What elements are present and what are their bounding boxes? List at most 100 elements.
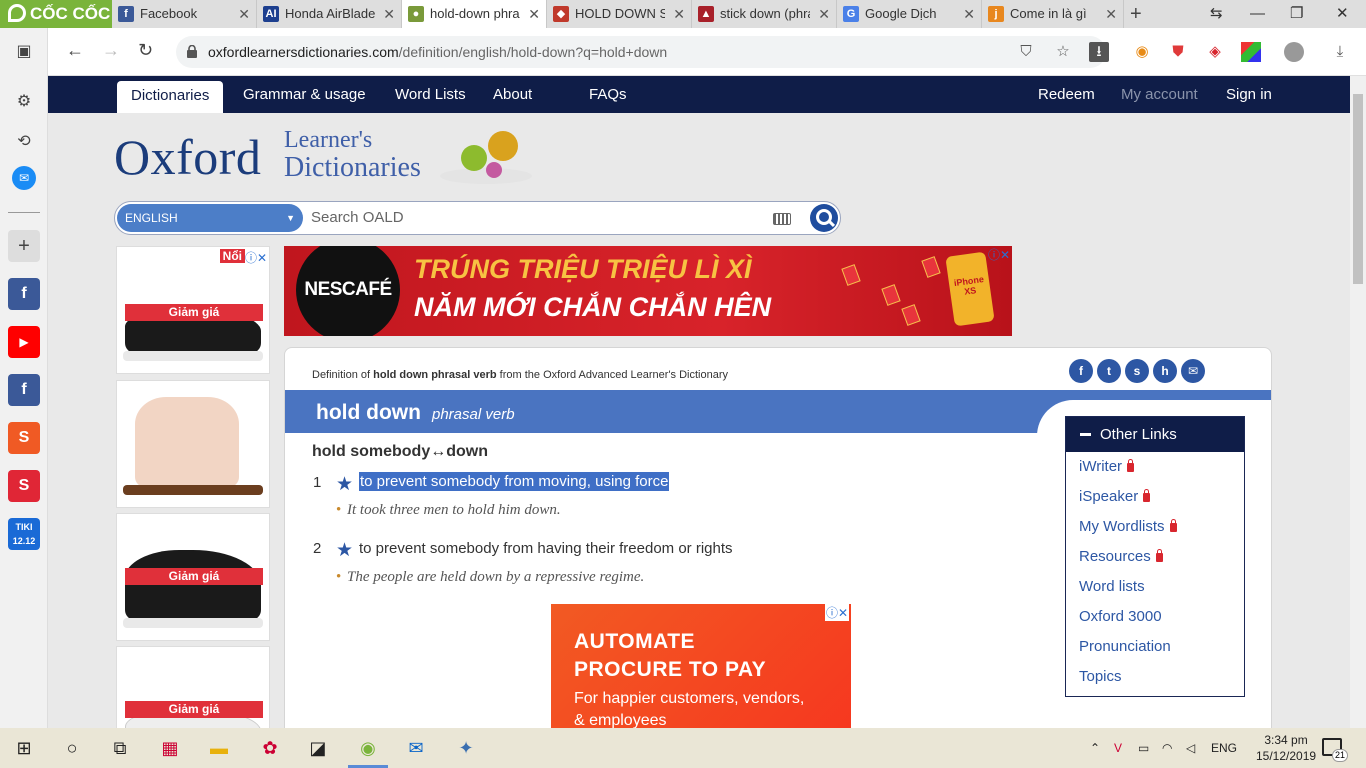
coccoc-taskbar-icon[interactable]: ◉ (348, 736, 388, 768)
nav-dictionaries[interactable]: Dictionaries (117, 81, 224, 113)
nav-word-lists[interactable]: Word Lists (395, 76, 466, 113)
link-ispeaker[interactable]: iSpeaker (1079, 488, 1151, 505)
tab-honda[interactable]: AI Honda AirBlade ✕ (257, 0, 402, 28)
link-oxford-3000[interactable]: Oxford 3000 (1079, 608, 1162, 625)
link-pronunciation[interactable]: Pronunciation (1079, 638, 1171, 655)
tab-come-in[interactable]: j Come in là gì ✕ (982, 0, 1124, 28)
scrollbar-thumb[interactable] (1353, 94, 1363, 284)
downloads-icon[interactable]: ⤓ (1330, 42, 1350, 62)
tab-google-translate[interactable]: G Google Dịch ✕ (837, 0, 982, 28)
download-page-icon[interactable]: ⭳ (1089, 42, 1109, 62)
search-button[interactable] (810, 204, 838, 232)
app-pinned-icon-2[interactable]: ✦ (454, 736, 478, 760)
wifi-icon[interactable]: ◠ (1162, 728, 1172, 768)
nav-faqs[interactable]: FAQs (589, 76, 627, 113)
shoe-ad-3[interactable]: Giảm giá (116, 513, 270, 641)
automate-procure-ad[interactable]: ⓘ✕ AUTOMATE PROCURE TO PAY For happier cu… (551, 604, 851, 728)
tab-list-icon[interactable]: ⇆ (1210, 0, 1223, 28)
link-my-wordlists[interactable]: My Wordlists (1079, 518, 1177, 535)
close-window-button[interactable]: ✕ (1336, 0, 1349, 28)
system-clock[interactable]: 3:34 pm 15/12/2019 (1256, 732, 1316, 764)
sendo-panel-icon[interactable]: S (8, 470, 40, 502)
shopee-panel-icon[interactable]: S (8, 422, 40, 454)
language-select[interactable]: ENGLISH ▼ (117, 204, 303, 232)
oxford-3000-star-icon[interactable]: ★ (336, 541, 353, 560)
facebook-panel-icon[interactable]: f (8, 278, 40, 310)
unikey-icon[interactable]: V (1114, 728, 1122, 768)
other-links-toggle[interactable]: Other Links (1066, 417, 1244, 452)
back-button[interactable]: ← (66, 40, 84, 61)
windows-start-icon[interactable]: ⊞ (12, 736, 36, 760)
page-scrollbar[interactable] (1350, 76, 1366, 728)
email-share-icon[interactable]: ✉ (1181, 359, 1205, 383)
close-tab-icon[interactable]: ✕ (673, 0, 685, 28)
coccoc-menu-button[interactable]: CỐC CỐC (0, 0, 112, 28)
profile-avatar[interactable] (1284, 42, 1304, 62)
history-icon[interactable]: ⟲ (8, 126, 40, 158)
search-circle-icon[interactable]: ○ (60, 736, 84, 760)
oxford-3000-star-icon[interactable]: ★ (336, 475, 353, 494)
tray-overflow-icon[interactable]: ⌃ (1090, 728, 1100, 768)
address-bar[interactable]: oxfordlearnersdictionaries.com/definitio… (176, 36, 1106, 68)
close-tab-icon[interactable]: ✕ (383, 0, 395, 28)
nav-my-account[interactable]: My account (1121, 76, 1198, 113)
facebook-panel-icon-2[interactable]: f (8, 374, 40, 406)
colorful-extension-icon[interactable] (1241, 42, 1261, 62)
settings-gear-icon[interactable]: ⚙ (8, 86, 40, 118)
link-topics[interactable]: Topics (1079, 668, 1122, 685)
shield-icon[interactable]: ⛉ (1016, 42, 1036, 62)
tab-stick-down[interactable]: ▲ stick down (phra ✕ (692, 0, 837, 28)
link-word-lists[interactable]: Word lists (1079, 578, 1145, 595)
close-tab-icon[interactable]: ✕ (1105, 0, 1117, 28)
action-center-icon[interactable]: 21 (1322, 738, 1348, 762)
adchoices-icon[interactable]: ⓘ✕ (824, 604, 849, 621)
paint-icon[interactable]: ✿ (258, 736, 282, 760)
adchoices-icon[interactable]: ⓘ✕ (988, 246, 1010, 263)
file-explorer-icon[interactable]: ▬ (207, 736, 231, 760)
new-tab-button[interactable]: + (1130, 0, 1142, 28)
tiki-panel-icon[interactable]: TIKI 12.12 (8, 518, 40, 550)
close-tab-icon[interactable]: ✕ (818, 0, 830, 28)
battery-icon[interactable]: ▭ (1138, 728, 1149, 768)
facebook-share-icon[interactable]: f (1069, 359, 1093, 383)
search-input[interactable]: Search OALD (311, 202, 404, 234)
nav-redeem[interactable]: Redeem (1038, 76, 1095, 113)
nav-grammar-usage[interactable]: Grammar & usage (243, 76, 366, 113)
forward-button[interactable]: → (102, 40, 120, 61)
keyboard-icon[interactable] (773, 213, 791, 225)
extension-red-icon[interactable]: ◈ (1205, 42, 1225, 62)
tab-cambridge[interactable]: ◆ HOLD DOWN SC ✕ (547, 0, 692, 28)
sticky-notes-icon[interactable]: ◪ (306, 736, 330, 760)
close-tab-icon[interactable]: ✕ (528, 0, 540, 28)
hatena-share-icon[interactable]: h (1153, 359, 1177, 383)
task-view-icon[interactable]: ⧉ (108, 736, 132, 760)
logo-learners-dictionaries[interactable]: Learner's Dictionaries (284, 128, 421, 184)
nav-sign-in[interactable]: Sign in (1226, 76, 1272, 113)
input-language[interactable]: ENG (1211, 728, 1237, 768)
maximize-button[interactable]: ❐ (1290, 0, 1303, 28)
bookmark-star-icon[interactable]: ☆ (1053, 42, 1073, 62)
add-panel-icon[interactable]: + (8, 230, 40, 262)
nescafe-banner-ad[interactable]: NESCAFÉ TRÚNG TRIỆU TRIỆU LÌ XÌ NĂM MỚI … (284, 246, 1012, 336)
reload-button[interactable]: ↻ (138, 40, 153, 61)
outlook-icon[interactable]: ✉ (404, 736, 428, 760)
tab-oxford[interactable]: ● hold-down phras ✕ (402, 0, 547, 28)
shoe-ad-4[interactable]: Giảm giá (116, 646, 270, 728)
link-resources[interactable]: Resources (1079, 548, 1163, 565)
minimize-button[interactable]: — (1250, 0, 1265, 28)
logo-oxford[interactable]: Oxford (114, 128, 261, 186)
messenger-icon[interactable]: ✉ (12, 166, 36, 190)
shoe-ad-2[interactable] (116, 380, 270, 508)
coccoc-extension-icon[interactable]: ◉ (1132, 42, 1152, 62)
twitter-share-icon[interactable]: t (1097, 359, 1121, 383)
volume-icon[interactable]: ◁ (1186, 728, 1195, 768)
tab-facebook[interactable]: f Facebook ✕ (112, 0, 257, 28)
close-tab-icon[interactable]: ✕ (238, 0, 250, 28)
youtube-panel-icon[interactable]: ▶ (8, 326, 40, 358)
app-pinned-icon-1[interactable]: ▦ (158, 736, 182, 760)
nav-about[interactable]: About (493, 76, 532, 113)
sidebar-toggle-icon[interactable]: ▣ (8, 36, 40, 68)
adblock-icon[interactable]: ⛊ (1168, 42, 1188, 62)
stumbleupon-share-icon[interactable]: s (1125, 359, 1149, 383)
close-tab-icon[interactable]: ✕ (963, 0, 975, 28)
